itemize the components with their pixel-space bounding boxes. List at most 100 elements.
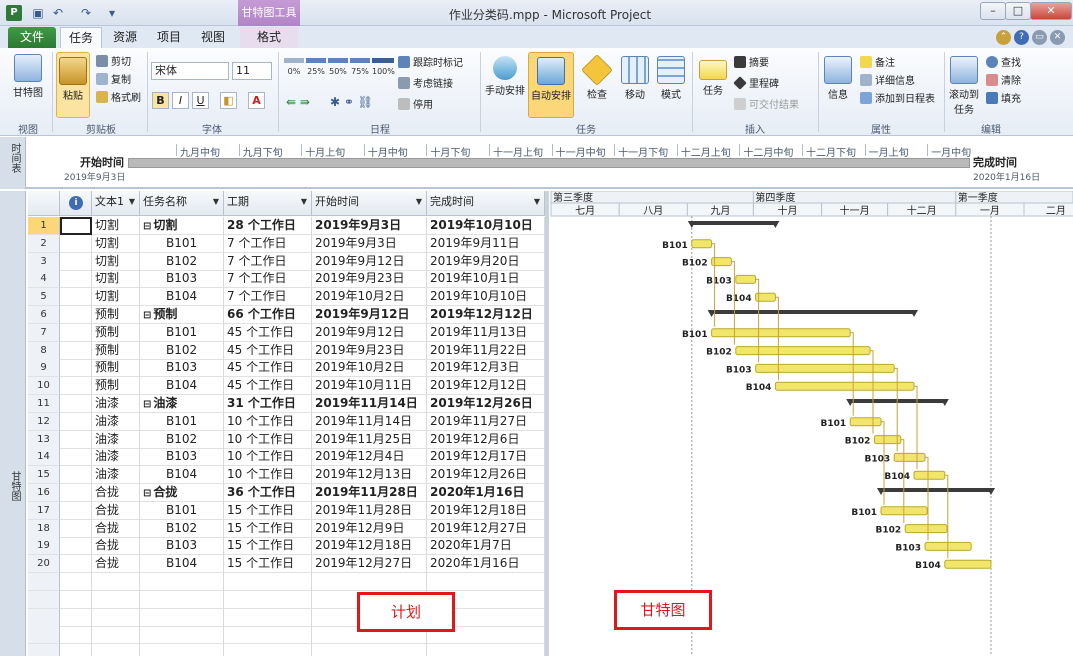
help-icon[interactable]: ?	[1014, 30, 1029, 45]
task-name-cell[interactable]: B102	[140, 430, 224, 449]
empty-cell[interactable]	[92, 590, 140, 609]
info-cell[interactable]	[60, 395, 92, 413]
find-button[interactable]: 查找	[986, 56, 1021, 72]
text1-cell[interactable]: 切割	[92, 252, 140, 271]
duration-cell[interactable]: 15 个工作日	[224, 537, 312, 556]
duration-cell[interactable]: 15 个工作日	[224, 555, 312, 574]
timeline-bar[interactable]	[128, 158, 970, 168]
info-cell[interactable]	[60, 288, 92, 307]
info-cell[interactable]	[60, 466, 92, 485]
task-name-cell[interactable]: B101	[140, 412, 224, 431]
start-date-cell[interactable]: 2019年12月9日	[312, 519, 427, 538]
move-button[interactable]: 移动	[618, 56, 652, 101]
info-cell[interactable]	[60, 484, 92, 502]
finish-date-cell[interactable]: 2019年10月10日	[427, 288, 545, 307]
doc-restore-icon[interactable]: ▭	[1032, 30, 1047, 45]
task-name-cell[interactable]: ⊟ 切割	[140, 217, 224, 235]
percent-25-button[interactable]: 25%	[306, 58, 326, 78]
task-name-cell[interactable]: B102	[140, 341, 224, 360]
finish-date-cell[interactable]: 2019年12月17日	[427, 448, 545, 467]
empty-cell[interactable]	[60, 608, 92, 627]
info-column-header[interactable]: i	[60, 191, 92, 216]
duration-cell[interactable]: 7 个工作日	[224, 234, 312, 253]
task-row[interactable]: 19 合拢 B103 15 个工作日 2019年12月18日 2020年1月7日	[28, 537, 545, 556]
finish-date-cell[interactable]: 2020年1月7日	[427, 537, 545, 556]
empty-cell[interactable]	[28, 626, 60, 645]
bold-button[interactable]: B	[152, 92, 169, 109]
task-name-cell[interactable]: B101	[140, 501, 224, 520]
auto-schedule-button[interactable]: 自动安排	[528, 52, 574, 118]
start-date-cell[interactable]: 2019年10月2日	[312, 359, 427, 378]
task-name-cell[interactable]: B102	[140, 252, 224, 271]
undo-icon[interactable]: ↶	[50, 5, 66, 21]
text1-cell[interactable]: 预制	[92, 359, 140, 378]
empty-cell[interactable]	[60, 573, 92, 591]
minimize-button[interactable]: –	[980, 2, 1006, 20]
gantt-view-button[interactable]: 甘特图	[8, 54, 48, 99]
task-name-cell[interactable]: ⊟ 预制	[140, 306, 224, 324]
start-date-cell[interactable]: 2019年9月12日	[312, 252, 427, 271]
text1-column-header[interactable]: 文本1 ▼	[92, 191, 140, 216]
empty-cell[interactable]	[92, 573, 140, 591]
duration-cell[interactable]: 7 个工作日	[224, 288, 312, 307]
collapse-toggle-icon[interactable]: ⊟	[143, 310, 151, 321]
empty-row[interactable]	[28, 573, 545, 591]
start-date-cell[interactable]: 2019年11月25日	[312, 430, 427, 449]
finish-date-cell[interactable]: 2019年11月27日	[427, 412, 545, 431]
task-row[interactable]: 2 切割 B101 7 个工作日 2019年9月3日 2019年9月11日	[28, 234, 545, 253]
gantt-chart[interactable]: 第三季度 第四季度 第一季度 七月 八月 九月 十月 十一月 十二月 一月 二月 B101 B102 B1…	[549, 191, 1073, 656]
task-name-cell[interactable]: B104	[140, 466, 224, 485]
task-row[interactable]: 4 切割 B103 7 个工作日 2019年9月23日 2019年10月1日	[28, 270, 545, 289]
column-filter-icon[interactable]: ▼	[416, 191, 422, 213]
empty-cell[interactable]	[60, 626, 92, 645]
task-row[interactable]: 13 油漆 B102 10 个工作日 2019年11月25日 2019年12月6日	[28, 430, 545, 449]
milestone-button[interactable]: 里程碑	[733, 76, 779, 93]
summary-task-row[interactable]: 1 切割 ⊟ 切割 28 个工作日 2019年9月3日 2019年10月10日	[28, 217, 545, 235]
empty-cell[interactable]	[224, 573, 312, 591]
inactivate-button[interactable]: 停用	[398, 98, 433, 114]
duration-column-header[interactable]: 工期 ▼	[224, 191, 312, 216]
duration-cell[interactable]: 66 个工作日	[224, 306, 312, 324]
duration-cell[interactable]: 45 个工作日	[224, 323, 312, 342]
start-date-cell[interactable]: 2019年11月28日	[312, 501, 427, 520]
empty-row[interactable]	[28, 590, 545, 609]
task-row[interactable]: 20 合拢 B104 15 个工作日 2019年12月27日 2020年1月16日	[28, 555, 545, 574]
info-cell[interactable]	[60, 252, 92, 271]
duration-cell[interactable]: 7 个工作日	[224, 270, 312, 289]
finish-date-cell[interactable]: 2019年11月13日	[427, 323, 545, 342]
start-date-cell[interactable]: 2019年9月3日	[312, 217, 427, 235]
row-number[interactable]: 9	[28, 359, 60, 378]
tab-resource[interactable]: 资源	[106, 27, 144, 48]
info-cell[interactable]	[60, 341, 92, 360]
start-date-cell[interactable]: 2019年12月13日	[312, 466, 427, 485]
start-date-cell[interactable]: 2019年12月18日	[312, 537, 427, 556]
row-number[interactable]: 2	[28, 234, 60, 253]
manual-schedule-button[interactable]: 手动安排	[484, 56, 526, 97]
task-name-cell[interactable]: B101	[140, 234, 224, 253]
row-number[interactable]: 20	[28, 555, 60, 574]
ribbon-minimize-icon[interactable]: ⌃	[996, 30, 1011, 45]
empty-cell[interactable]	[28, 644, 60, 656]
duration-cell[interactable]: 7 个工作日	[224, 252, 312, 271]
add-to-timeline-button[interactable]: 添加到日程表	[860, 92, 935, 108]
information-button[interactable]: 信息	[822, 56, 854, 101]
finish-date-cell[interactable]: 2019年12月6日	[427, 430, 545, 449]
info-cell[interactable]	[60, 519, 92, 538]
row-number[interactable]: 4	[28, 270, 60, 289]
start-date-cell[interactable]: 2019年10月11日	[312, 377, 427, 396]
empty-cell[interactable]	[224, 626, 312, 645]
tab-task[interactable]: 任务	[60, 27, 102, 48]
text1-cell[interactable]: 切割	[92, 288, 140, 307]
finish-date-cell[interactable]: 2019年11月22日	[427, 341, 545, 360]
task-row[interactable]: 18 合拢 B102 15 个工作日 2019年12月9日 2019年12月27日	[28, 519, 545, 538]
inspect-button[interactable]: 检查	[580, 54, 614, 101]
start-column-header[interactable]: 开始时间 ▼	[312, 191, 427, 216]
task-row[interactable]: 10 预制 B104 45 个工作日 2019年10月11日 2019年12月12日	[28, 377, 545, 396]
close-button[interactable]: ✕	[1030, 2, 1072, 20]
start-date-cell[interactable]: 2019年10月2日	[312, 288, 427, 307]
empty-cell[interactable]	[224, 608, 312, 627]
text1-cell[interactable]: 合拢	[92, 519, 140, 538]
task-name-cell[interactable]: B102	[140, 519, 224, 538]
text1-cell[interactable]: 切割	[92, 234, 140, 253]
info-cell[interactable]	[60, 448, 92, 467]
